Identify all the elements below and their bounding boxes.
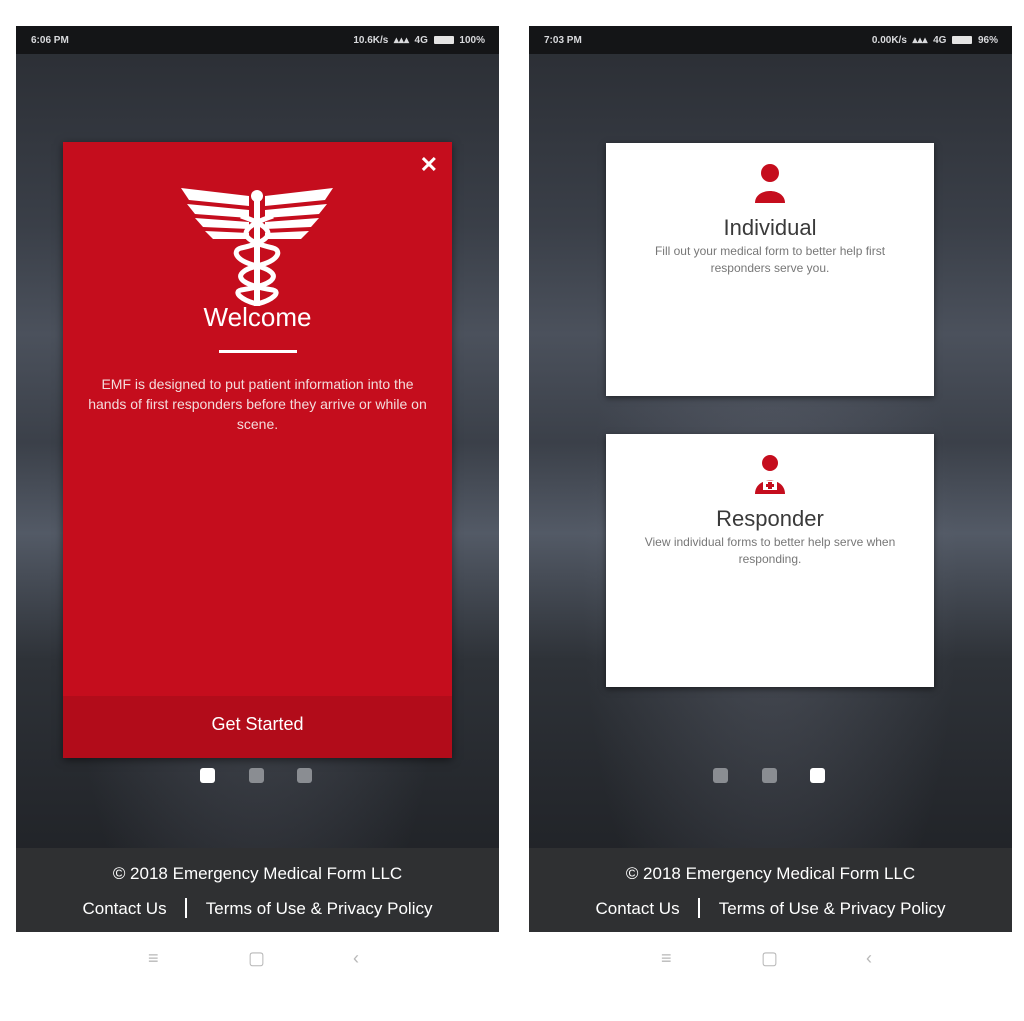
responder-description: View individual forms to better help ser…	[644, 535, 896, 566]
status-time: 6:06 PM	[31, 35, 69, 46]
battery-icon	[433, 36, 454, 44]
footer-links: Contact Us Terms of Use & Privacy Policy	[16, 898, 499, 919]
welcome-screen: 6:06 PM 10.6K/s ▴▴▴ 4G 100% ✕ Welcome EM…	[16, 26, 499, 932]
battery-icon	[952, 36, 973, 44]
welcome-title: Welcome	[203, 302, 312, 332]
individual-title: Individual	[723, 215, 817, 240]
get-started-bar[interactable]: Get Started	[63, 696, 452, 758]
page-dot-3[interactable]	[297, 768, 312, 783]
page-indicator	[16, 768, 499, 788]
copyright: © 2018 Emergency Medical Form LLC	[112, 864, 403, 883]
status-bar: 6:06 PM 10.6K/s ▴▴▴ 4G 100%	[16, 26, 499, 54]
page-indicator	[529, 768, 1012, 788]
person-icon	[755, 164, 785, 203]
link-separator	[698, 898, 701, 918]
terms-link[interactable]: Terms of Use & Privacy Policy	[719, 899, 946, 918]
footer: © 2018 Emergency Medical Form LLC Contac…	[529, 848, 1012, 932]
status-indicators: 10.6K/s ▴▴▴ 4G 100%	[353, 35, 485, 46]
medic-icon	[755, 455, 785, 494]
copyright: © 2018 Emergency Medical Form LLC	[625, 864, 916, 883]
network-type: 4G	[933, 35, 947, 46]
status-bar: 7:03 PM 0.00K/s ▴▴▴ 4G 96%	[529, 26, 1012, 54]
role-select-screen: 7:03 PM 0.00K/s ▴▴▴ 4G 96% Individual Fi…	[529, 26, 1012, 932]
page-dot-1[interactable]	[200, 768, 215, 783]
terms-link[interactable]: Terms of Use & Privacy Policy	[206, 899, 433, 918]
get-started-button[interactable]: Get Started	[63, 714, 452, 735]
contact-us-link[interactable]: Contact Us	[596, 899, 680, 918]
battery-level: 100%	[459, 35, 485, 46]
footer: © 2018 Emergency Medical Form LLC Contac…	[16, 848, 499, 932]
network-speed: 10.6K/s	[353, 35, 389, 46]
android-nav-bar: ≡ ▢ ‹	[529, 946, 1012, 976]
close-icon[interactable]: ✕	[420, 152, 438, 178]
individual-description: Fill out your medical form to better hel…	[654, 244, 886, 275]
page-dot-2[interactable]	[249, 768, 264, 783]
individual-card[interactable]: Individual Fill out your medical form to…	[606, 143, 934, 396]
page-dot-3[interactable]	[810, 768, 825, 783]
menu-icon[interactable]: ≡	[148, 948, 159, 969]
title-divider	[219, 350, 297, 353]
back-icon[interactable]: ‹	[866, 948, 872, 969]
responder-card[interactable]: Responder View individual forms to bette…	[606, 434, 934, 687]
android-nav-bar: ≡ ▢ ‹	[16, 946, 499, 976]
battery-level: 96%	[977, 35, 998, 46]
back-icon[interactable]: ‹	[353, 948, 359, 969]
network-type: 4G	[414, 35, 428, 46]
menu-icon[interactable]: ≡	[661, 948, 672, 969]
contact-us-link[interactable]: Contact Us	[83, 899, 167, 918]
page-dot-1[interactable]	[713, 768, 728, 783]
status-time: 7:03 PM	[544, 35, 582, 46]
status-indicators: 0.00K/s ▴▴▴ 4G 96%	[871, 35, 998, 46]
responder-title: Responder	[716, 506, 824, 531]
caduceus-icon	[181, 188, 333, 306]
network-speed: 0.00K/s	[871, 35, 907, 46]
welcome-card: ✕ Welcome EMF is designed to put patient…	[63, 142, 452, 758]
home-icon[interactable]: ▢	[248, 948, 265, 969]
home-icon[interactable]: ▢	[761, 948, 778, 969]
footer-links: Contact Us Terms of Use & Privacy Policy	[529, 898, 1012, 919]
link-separator	[185, 898, 188, 918]
welcome-description: EMF is designed to put patient informati…	[88, 376, 427, 432]
page-dot-2[interactable]	[762, 768, 777, 783]
